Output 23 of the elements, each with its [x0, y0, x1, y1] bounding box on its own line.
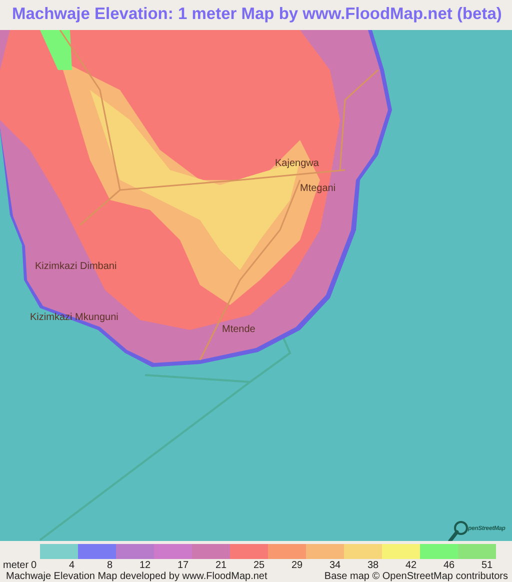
legend-value: 38 [366, 560, 379, 572]
magnifier-icon [448, 520, 470, 541]
legend-value: 34 [328, 560, 341, 572]
legend-value: 8 [106, 560, 113, 572]
place-label: Mtende [222, 324, 256, 336]
legend-value: 4 [68, 560, 75, 572]
place-label: Kizimkazi Dimbani [35, 261, 117, 273]
legend-value: 42 [404, 560, 417, 572]
place-label: Kajengwa [275, 158, 319, 170]
legend-value: 29 [290, 560, 303, 572]
legend-value: 0 [31, 560, 37, 572]
footer-credit: Machwaje Elevation Map developed by www.FloodMap.net [6, 572, 268, 582]
legend-value: 12 [138, 560, 151, 572]
base-map-credit: Base map © OpenStreetMap contributors [324, 572, 508, 582]
legend-value: 21 [214, 560, 227, 572]
place-label: Kizimkazi Mkunguni [30, 312, 118, 324]
legend-value: 17 [176, 560, 189, 572]
legend-value: 46 [442, 560, 455, 572]
legend-value: 25 [252, 560, 265, 572]
place-label: Mtegani [300, 183, 336, 195]
legend-value: 51 [480, 560, 493, 572]
unit-label: meter [2, 560, 30, 572]
page-title: Machwaje Elevation: 1 meter Map by www.FloodMap.net (beta) [12, 5, 502, 24]
